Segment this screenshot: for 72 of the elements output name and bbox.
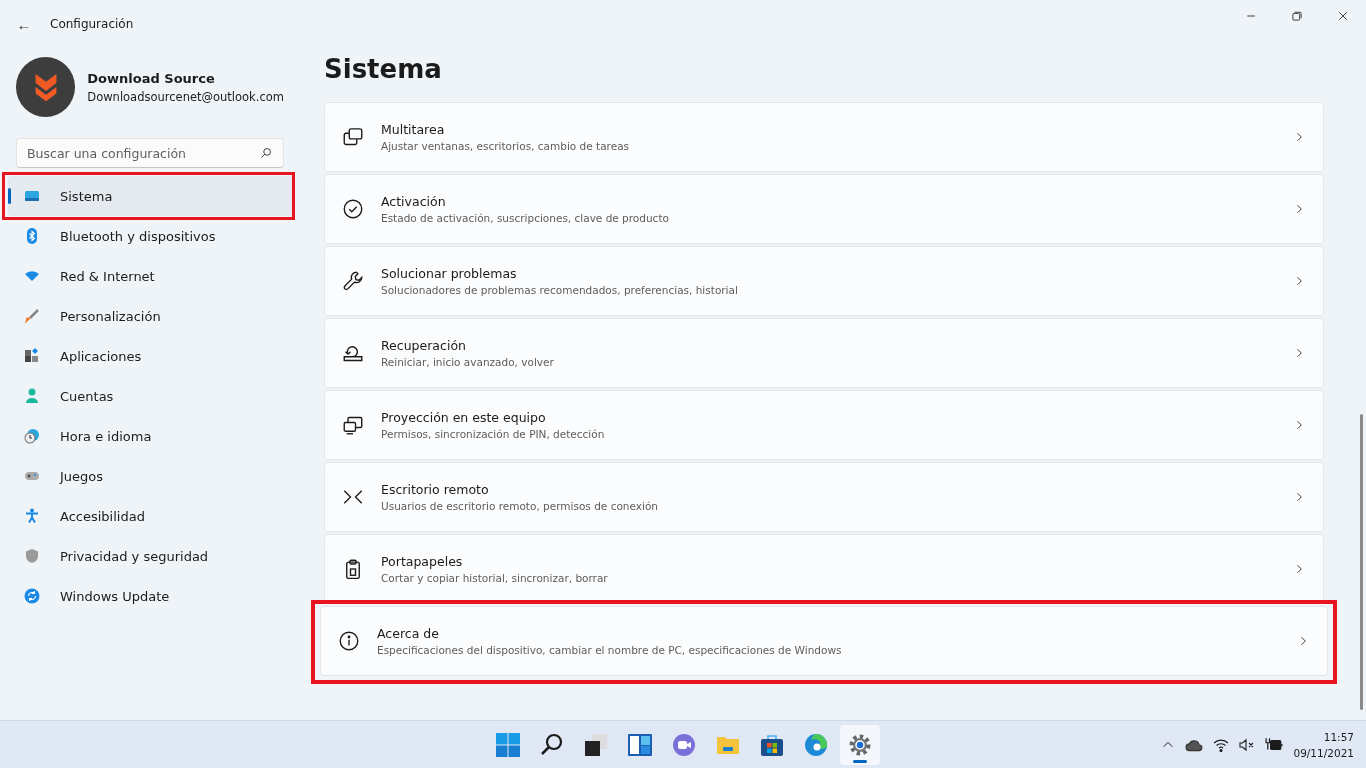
- person-icon: [24, 388, 40, 404]
- muted-speaker-icon: [1239, 736, 1256, 753]
- shield-icon: [24, 548, 40, 564]
- sidebar-item[interactable]: Red & Internet: [8, 256, 292, 296]
- clock-date: 09/11/2021: [1293, 745, 1354, 761]
- overlapping-windows-icon: [343, 127, 363, 147]
- card-title: Proyección en este equipo: [381, 410, 547, 425]
- card-title: Acerca de: [377, 626, 440, 641]
- settings-card[interactable]: Acerca de Especificaciones del dispositivo, cambiar el nombre de PC, especificaciones de Windows: [320, 606, 1328, 676]
- search-field[interactable]: Buscar una configuración: [16, 138, 284, 168]
- windows-logo-icon: [496, 733, 520, 757]
- settings-card[interactable]: Multitarea Ajustar ventanas, escritorios, cambio de tareas: [324, 102, 1324, 172]
- card-subtitle: Cortar y copiar historial, sincronizar, borrar: [381, 572, 609, 584]
- sync-icon: [24, 588, 40, 604]
- sidebar-item[interactable]: Sistema: [8, 176, 292, 216]
- card-subtitle: Permisos, sincronización de PIN, detección: [381, 428, 606, 440]
- wrench-icon: [343, 271, 363, 291]
- sidebar-item[interactable]: Aplicaciones: [8, 336, 292, 376]
- card-subtitle: Especificaciones del dispositivo, cambiar el nombre de PC, especificaciones de Windows: [377, 644, 843, 656]
- card-subtitle: Ajustar ventanas, escritorios, cambio de tareas: [381, 140, 631, 152]
- apps-icon: [24, 348, 40, 364]
- page-title: Sistema: [324, 54, 443, 84]
- card-title: Portapapeles: [381, 554, 464, 569]
- sidebar-item[interactable]: Bluetooth y dispositivos: [8, 216, 292, 256]
- settings-card[interactable]: Proyección en este equipo Permisos, sincronización de PIN, detección: [324, 390, 1324, 460]
- settings-card[interactable]: Activación Estado de activación, suscripciones, clave de producto: [324, 174, 1324, 244]
- card-title: Multitarea: [381, 122, 446, 137]
- card-subtitle: Usuarios de escritorio remoto, permisos de conexión: [381, 500, 659, 512]
- card-subtitle: Reiniciar, inicio avanzado, volver: [381, 356, 555, 368]
- gear-icon: [848, 733, 872, 757]
- wifi-icon: [24, 268, 40, 284]
- sidebar-item[interactable]: Privacidad y seguridad: [8, 536, 292, 576]
- sidebar-item[interactable]: Windows Update: [8, 576, 292, 616]
- card-subtitle: Estado de activación, suscripciones, clave de producto: [381, 212, 670, 224]
- search-icon: [540, 733, 564, 757]
- sidebar-item[interactable]: Juegos: [8, 456, 292, 496]
- sidebar-item[interactable]: Cuentas: [8, 376, 292, 416]
- widgets-icon: [628, 733, 652, 757]
- accessibility-icon: [24, 508, 40, 524]
- store-bag-icon: [760, 733, 784, 757]
- restore-icon: [1291, 10, 1303, 22]
- close-icon: [1337, 10, 1349, 22]
- clock-globe-icon: [24, 428, 40, 444]
- monitor-icon: [24, 188, 40, 204]
- card-title: Escritorio remoto: [381, 482, 490, 497]
- task-view-icon: [584, 733, 608, 757]
- window-title: Configuración: [50, 17, 134, 31]
- back-button[interactable]: ←: [0, 15, 48, 33]
- sidebar-item[interactable]: Hora e idioma: [8, 416, 292, 456]
- account-name: Download Source: [87, 70, 216, 86]
- card-subtitle: Solucionadores de problemas recomendados, preferencias, historial: [381, 284, 739, 296]
- clipboard-icon: [343, 559, 363, 579]
- account-email: Downloadsourcenet@outlook.com: [87, 89, 284, 104]
- bluetooth-icon: [24, 228, 40, 244]
- settings-card[interactable]: Recuperación Reiniciar, inicio avanzado, volver: [324, 318, 1324, 388]
- settings-card[interactable]: Solucionar problemas Solucionadores de problemas recomendados, preferencias, historial: [324, 246, 1324, 316]
- sidebar-item[interactable]: Personalización: [8, 296, 292, 336]
- chat-bubble-icon: [672, 733, 696, 757]
- projection-icon: [343, 415, 363, 435]
- paintbrush-icon: [24, 308, 40, 324]
- clock-time: 11:57: [1322, 729, 1354, 745]
- settings-card[interactable]: Escritorio remoto Usuarios de escritorio remoto, permisos de conexión: [324, 462, 1324, 532]
- info-icon: [339, 631, 359, 651]
- restore-drive-icon: [343, 343, 363, 363]
- sidebar-item[interactable]: Accesibilidad: [8, 496, 292, 536]
- card-title: Solucionar problemas: [381, 266, 518, 281]
- check-circle-icon: [343, 199, 363, 219]
- card-title: Activación: [381, 194, 447, 209]
- card-title: Recuperación: [381, 338, 467, 353]
- scrollbar[interactable]: [1360, 414, 1363, 710]
- search-icon: [260, 147, 272, 159]
- browser-wave-icon: [804, 733, 828, 757]
